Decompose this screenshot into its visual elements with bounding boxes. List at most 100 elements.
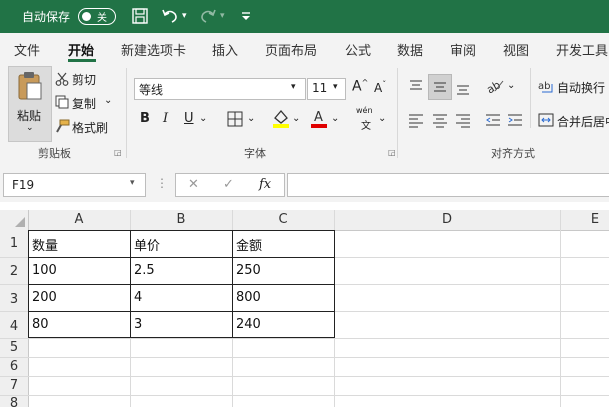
alignment-group-label: 对齐方式: [491, 147, 535, 160]
tab-new-tab[interactable]: 新建选项卡: [121, 40, 186, 59]
underline-dropdown-icon[interactable]: ⌄: [199, 113, 207, 124]
align-middle-icon: [434, 82, 446, 92]
tab-home[interactable]: 开始: [68, 40, 94, 59]
svg-text:ab: ab: [485, 78, 503, 94]
merge-center-button[interactable]: 合并后居中: [557, 113, 609, 130]
cell-a3[interactable]: 200: [32, 290, 57, 305]
cell-a2[interactable]: 100: [32, 263, 57, 278]
cancel-icon[interactable]: ✕: [188, 177, 199, 192]
autosave-state: 关: [97, 13, 107, 24]
increase-font-icon[interactable]: A^: [352, 78, 368, 95]
cell-c4[interactable]: 240: [236, 317, 261, 332]
font-size-value: 11: [312, 81, 328, 95]
tab-data[interactable]: 数据: [397, 40, 423, 59]
align-right-icon[interactable]: [455, 112, 471, 128]
clipboard-launcher-icon[interactable]: ◲: [114, 148, 122, 157]
save-icon[interactable]: [130, 6, 150, 26]
decrease-font-icon[interactable]: Aˇ: [374, 80, 386, 95]
undo-dropdown-icon[interactable]: ▾: [182, 11, 187, 21]
tab-page-layout[interactable]: 页面布局: [265, 40, 317, 59]
redo-icon[interactable]: [198, 6, 218, 26]
group-separator: [530, 68, 531, 128]
worksheet[interactable]: A B C D E 1 2 3 4 5 6 7 8 数量 单价 金额 100 2…: [0, 210, 609, 411]
cell-b4[interactable]: 3: [134, 317, 142, 332]
insert-function-icon[interactable]: fx: [259, 177, 271, 192]
cell-b3[interactable]: 4: [134, 290, 142, 305]
cell-c1[interactable]: 金额: [236, 235, 262, 254]
copy-dropdown-icon[interactable]: ⌄: [104, 95, 112, 106]
borders-dropdown-icon[interactable]: ⌄: [247, 113, 255, 124]
phonetic-icon[interactable]: 文: [361, 117, 371, 132]
redo-dropdown-icon[interactable]: ▾: [220, 11, 225, 21]
cell-c3[interactable]: 800: [236, 290, 261, 305]
name-box-dropdown-icon: ▾: [130, 178, 135, 188]
formula-input[interactable]: [287, 173, 609, 197]
customize-quick-access-icon[interactable]: [236, 6, 256, 26]
font-name-dropdown-icon: ▾: [291, 82, 296, 92]
format-painter-button[interactable]: 格式刷: [72, 119, 108, 136]
group-separator: [397, 68, 398, 158]
scissors-icon: [55, 72, 69, 86]
wrap-text-button[interactable]: 自动换行: [557, 79, 605, 96]
autosave-label: 自动保存: [22, 10, 71, 24]
italic-button[interactable]: I: [163, 111, 168, 126]
paste-button[interactable]: 粘贴 ⌄: [8, 66, 52, 142]
font-color-dropdown-icon[interactable]: ⌄: [331, 113, 339, 124]
font-launcher-icon[interactable]: ◲: [388, 148, 396, 157]
cell-b2[interactable]: 2.5: [134, 263, 155, 278]
cell-b1[interactable]: 单价: [134, 235, 160, 254]
merge-center-icon: [538, 113, 554, 127]
formula-bar: F19 ▾ ⋮ ✕ ✓ fx: [0, 162, 609, 202]
align-center-icon[interactable]: [432, 112, 448, 128]
fill-color-icon[interactable]: [272, 108, 290, 128]
format-painter-icon: [56, 119, 70, 133]
font-name-select[interactable]: 等线 ▾: [134, 78, 306, 100]
ribbon-tabs: 文件 开始 新建选项卡 插入 页面布局 公式 数据 审阅 视图 开发工具: [0, 33, 609, 62]
ribbon: 粘贴 ⌄ 剪切 复制 ⌄ 格式刷 剪贴板 ◲ 等线 ▾ 11 ▾ A^ Aˇ B…: [0, 62, 609, 163]
tab-file[interactable]: 文件: [14, 40, 40, 59]
clipboard-group-label: 剪贴板: [38, 147, 71, 160]
tab-formulas[interactable]: 公式: [345, 40, 371, 59]
font-color-icon[interactable]: A: [310, 108, 328, 128]
phonetic-dropdown-icon[interactable]: ⌄: [378, 113, 386, 124]
font-size-select[interactable]: 11 ▾: [307, 78, 346, 100]
paste-label: 粘贴: [17, 109, 42, 123]
underline-button[interactable]: U: [184, 111, 194, 126]
gridlines: [0, 210, 609, 407]
enter-icon[interactable]: ✓: [223, 177, 234, 192]
orientation-icon[interactable]: ab: [485, 76, 505, 94]
group-separator: [126, 68, 127, 158]
fill-color-dropdown-icon[interactable]: ⌄: [292, 113, 300, 124]
align-top-icon[interactable]: [408, 78, 424, 94]
name-box-value: F19: [12, 178, 35, 192]
copy-button[interactable]: 复制: [72, 95, 96, 112]
tab-review[interactable]: 审阅: [450, 40, 476, 59]
tab-insert[interactable]: 插入: [212, 40, 238, 59]
cell-a4[interactable]: 80: [32, 317, 49, 332]
font-name-value: 等线: [139, 83, 164, 97]
decrease-indent-icon[interactable]: [485, 112, 501, 128]
bold-button[interactable]: B: [140, 111, 150, 126]
toggle-knob: [82, 12, 91, 21]
cell-c2[interactable]: 250: [236, 263, 261, 278]
phonetic-label: wén: [356, 106, 373, 115]
cell-a1[interactable]: 数量: [32, 235, 58, 254]
align-middle-button[interactable]: [428, 74, 452, 100]
align-left-icon[interactable]: [408, 112, 424, 128]
align-bottom-icon[interactable]: [455, 80, 471, 96]
increase-indent-icon[interactable]: [507, 112, 523, 128]
tab-view[interactable]: 视图: [503, 40, 529, 59]
paste-icon: [18, 72, 42, 100]
cut-button[interactable]: 剪切: [72, 71, 96, 88]
borders-icon[interactable]: [227, 111, 243, 127]
formula-bar-grip-icon: ⋮: [156, 176, 168, 190]
font-size-dropdown-icon: ▾: [333, 82, 338, 92]
svg-text:A: A: [314, 110, 323, 125]
autosave-toggle[interactable]: 关: [78, 8, 116, 25]
orientation-dropdown-icon[interactable]: ⌄: [507, 80, 515, 91]
copy-icon: [55, 95, 69, 109]
name-box[interactable]: F19 ▾: [3, 173, 146, 197]
undo-icon[interactable]: [160, 6, 180, 26]
tab-developer[interactable]: 开发工具: [556, 40, 608, 59]
paste-dropdown-icon: ⌄: [26, 123, 34, 133]
